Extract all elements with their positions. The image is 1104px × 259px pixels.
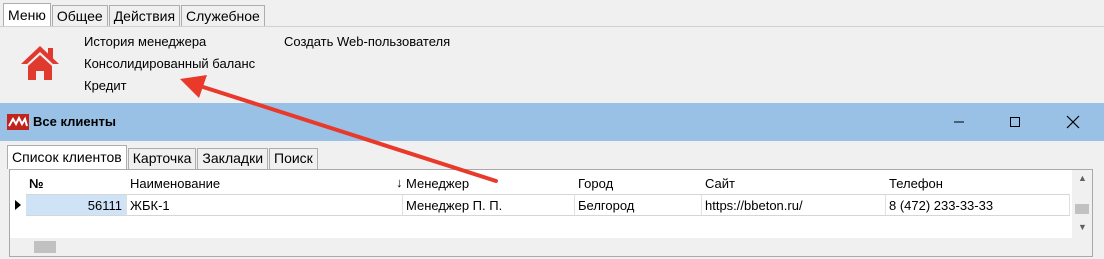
home-icon[interactable] <box>20 44 60 82</box>
column-header-number[interactable]: № <box>26 173 127 195</box>
vertical-scrollbar[interactable]: ▲ ▼ <box>1072 170 1092 238</box>
column-header-manager[interactable]: Менеджер <box>403 173 575 195</box>
horizontal-scrollbar[interactable] <box>10 238 1092 256</box>
credit-link[interactable]: Кредит <box>84 78 127 93</box>
cell-number[interactable]: 56111 <box>26 194 127 216</box>
table-row[interactable]: 56111 ЖБК-1 Менеджер П. П. Белгород http… <box>10 194 1070 216</box>
column-header-city[interactable]: Город <box>575 173 702 195</box>
tab-service[interactable]: Служебное <box>181 5 265 27</box>
close-button[interactable] <box>1050 109 1096 135</box>
sort-arrow-icon: ↓ <box>396 175 403 190</box>
vertical-scroll-thumb[interactable] <box>1075 204 1089 214</box>
consolidated-balance-link[interactable]: Консолидированный баланс <box>84 56 255 71</box>
clients-window: Все клиенты Список клиентов Карточка Зак… <box>0 103 1104 259</box>
column-header-name[interactable]: Наименование <box>127 173 403 195</box>
tab-actions[interactable]: Действия <box>108 5 181 27</box>
scroll-up-icon[interactable]: ▲ <box>1078 173 1087 183</box>
column-header-phone[interactable]: Телефон <box>886 173 1070 195</box>
cell-site[interactable]: https://bbeton.ru/ <box>702 194 886 216</box>
window-title: Все клиенты <box>33 114 116 129</box>
app-logo-icon <box>7 114 29 130</box>
cell-city[interactable]: Белгород <box>575 194 702 216</box>
create-web-user-link[interactable]: Создать Web-пользователя <box>284 34 450 49</box>
cell-phone[interactable]: 8 (472) 233-33-33 <box>886 194 1070 216</box>
minimize-icon <box>954 121 964 123</box>
tab-search[interactable]: Поиск <box>269 148 318 169</box>
close-icon <box>1066 115 1080 129</box>
column-header-site[interactable]: Сайт <box>702 173 886 195</box>
manager-history-link[interactable]: История менеджера <box>84 34 206 49</box>
tab-card[interactable]: Карточка <box>127 148 197 169</box>
window-tab-bar: Список клиентов Карточка Закладки Поиск <box>7 145 319 169</box>
tab-general[interactable]: Общее <box>51 5 108 27</box>
tab-divider <box>0 26 1104 27</box>
clients-table[interactable]: № Наименование ↓ Менеджер Город Сайт Тел… <box>9 169 1093 257</box>
scroll-down-icon[interactable]: ▼ <box>1078 222 1087 232</box>
maximize-icon <box>1010 117 1020 127</box>
minimize-button[interactable] <box>936 109 982 135</box>
tab-client-list[interactable]: Список клиентов <box>7 145 127 169</box>
table-header: № Наименование ↓ Менеджер Город Сайт Тел… <box>10 173 1070 195</box>
top-tab-bar: Меню Общее Действия Служебное <box>3 3 266 27</box>
cell-name[interactable]: ЖБК-1 <box>127 194 403 216</box>
cell-manager[interactable]: Менеджер П. П. <box>403 194 575 216</box>
tab-menu[interactable]: Меню <box>3 3 51 27</box>
maximize-button[interactable] <box>992 109 1038 135</box>
app-root: Меню Общее Действия Служебное История ме… <box>0 0 1104 259</box>
window-titlebar[interactable]: Все клиенты <box>0 103 1104 141</box>
horizontal-scroll-thumb[interactable] <box>34 241 56 253</box>
tab-bookmarks[interactable]: Закладки <box>197 148 269 169</box>
